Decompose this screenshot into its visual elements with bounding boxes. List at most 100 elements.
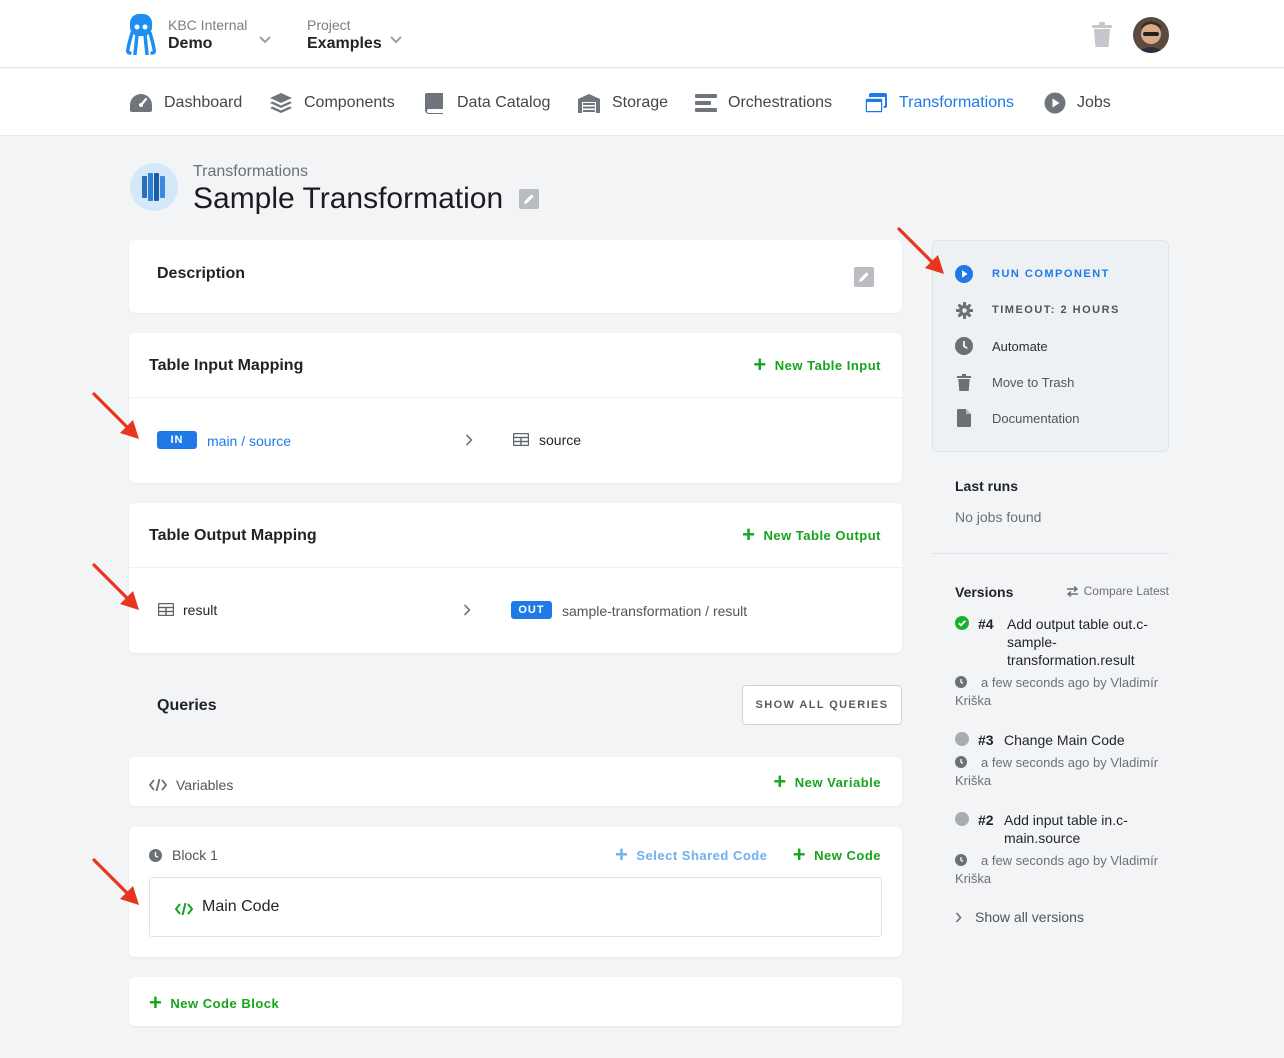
show-all-versions-label: Show all versions xyxy=(975,909,1084,925)
clock-icon xyxy=(955,756,967,768)
play-circle-icon xyxy=(955,265,973,283)
nav-storage[interactable]: Storage xyxy=(577,91,668,115)
edit-icon[interactable] xyxy=(519,189,539,209)
window-stack-icon xyxy=(864,93,887,114)
nav-jobs[interactable]: Jobs xyxy=(1044,91,1111,115)
nav-label: Dashboard xyxy=(164,94,243,111)
new-code-block-button[interactable]: + New Code Block xyxy=(149,990,280,1015)
table-output-mapping-card: Table Output Mapping + New Table Output … xyxy=(129,503,902,653)
compare-latest-button[interactable]: Compare Latest xyxy=(1066,584,1169,598)
plus-icon: + xyxy=(149,990,163,1015)
version-item[interactable]: #2 xyxy=(978,811,994,829)
annotation-arrow-icon xyxy=(92,392,139,439)
status-dot xyxy=(955,812,969,826)
variables-card[interactable]: Variables + New Variable xyxy=(129,757,902,806)
annotation-arrow-icon xyxy=(92,858,139,905)
plus-icon: + xyxy=(773,769,787,794)
chevron-down-icon[interactable] xyxy=(259,36,271,44)
version-author: Kriška xyxy=(955,871,992,886)
description-title: Description xyxy=(157,265,246,282)
version-item[interactable]: #3 xyxy=(978,731,994,749)
new-table-input-label: New Table Input xyxy=(774,357,881,373)
new-code-block-card: + New Code Block xyxy=(129,977,902,1026)
variables-label: Variables xyxy=(176,777,234,793)
annotation-arrow-icon xyxy=(92,563,139,610)
edit-icon[interactable] xyxy=(854,267,874,287)
new-variable-button[interactable]: + New Variable xyxy=(773,769,881,794)
new-code-block-label: New Code Block xyxy=(170,995,280,1011)
version-author: Kriška xyxy=(955,773,992,788)
clock-icon xyxy=(149,849,162,862)
input-source-link[interactable]: main / source xyxy=(207,433,291,449)
automate-button[interactable]: Automate xyxy=(955,336,1048,356)
table-icon xyxy=(513,433,529,446)
snowflake-component-icon xyxy=(130,163,178,211)
output-mapping-title: Table Output Mapping xyxy=(149,527,317,544)
trash-icon xyxy=(957,373,971,391)
timeout-setting[interactable]: TIMEOUT: 2 HOURS xyxy=(955,300,1120,320)
clock-icon xyxy=(955,337,973,355)
trash-icon[interactable] xyxy=(1091,22,1113,48)
chevron-down-icon[interactable] xyxy=(390,36,402,44)
main-navigation: Dashboard Components Data Catalog Storag… xyxy=(0,69,1284,136)
code-icon xyxy=(175,903,193,915)
dashboard-icon xyxy=(130,94,152,112)
new-variable-label: New Variable xyxy=(794,774,881,790)
warehouse-icon xyxy=(578,94,600,113)
versions-title: Versions xyxy=(955,584,1014,600)
version-item[interactable]: #4 xyxy=(978,615,994,633)
project-label: Project xyxy=(307,17,351,33)
documentation-link[interactable]: Documentation xyxy=(955,408,1079,428)
show-all-versions-link[interactable]: Show all versions xyxy=(955,909,1084,925)
project-name: Examples xyxy=(307,35,382,52)
version-number: #3 xyxy=(978,732,994,748)
input-destination[interactable]: source xyxy=(539,432,581,448)
output-destination[interactable]: sample-transformation / result xyxy=(562,603,747,619)
table-icon xyxy=(158,603,174,616)
swap-arrows-icon xyxy=(1066,585,1078,597)
plus-icon: + xyxy=(792,842,807,867)
nav-orchestrations[interactable]: Orchestrations xyxy=(695,91,832,115)
compare-latest-label: Compare Latest xyxy=(1083,584,1169,598)
nav-dashboard[interactable]: Dashboard xyxy=(129,91,242,115)
version-meta: a few seconds ago by Vladimír xyxy=(981,675,1159,690)
select-shared-code-button[interactable]: + Select Shared Code xyxy=(615,844,768,866)
version-author: Kriška xyxy=(955,693,992,708)
move-to-trash-button[interactable]: Move to Trash xyxy=(955,372,1074,392)
new-table-input-button[interactable]: + New Table Input xyxy=(753,352,881,377)
block-label[interactable]: Block 1 xyxy=(172,847,218,863)
keboola-logo-icon[interactable] xyxy=(126,13,156,55)
main-code-label: Main Code xyxy=(202,898,280,915)
nav-label: Orchestrations xyxy=(728,94,833,111)
in-badge: IN xyxy=(157,431,197,449)
run-component-button[interactable]: RUN COMPONENT xyxy=(955,264,1110,284)
description-card: Description xyxy=(129,240,902,313)
organization-switcher[interactable]: KBC Internal Demo xyxy=(168,17,247,55)
output-source[interactable]: result xyxy=(183,602,217,618)
out-badge: OUT xyxy=(511,601,552,619)
nav-transformations[interactable]: Transformations xyxy=(864,91,1014,115)
nav-components[interactable]: Components xyxy=(269,91,395,115)
plus-icon: + xyxy=(753,352,767,377)
timeout-label: TIMEOUT: 2 HOURS xyxy=(992,304,1120,316)
main-code-row[interactable]: Main Code xyxy=(149,877,882,937)
breadcrumb[interactable]: Transformations xyxy=(193,163,308,181)
move-to-trash-label: Move to Trash xyxy=(992,374,1075,390)
new-code-label: New Code xyxy=(814,847,881,863)
show-all-queries-button[interactable]: SHOW ALL QUERIES xyxy=(742,685,902,725)
annotation-arrow-icon xyxy=(897,227,944,274)
chevron-right-icon xyxy=(465,434,473,446)
code-block-card: Block 1 + Select Shared Code + New Code … xyxy=(129,827,902,957)
top-bar: KBC Internal Demo Project Examples xyxy=(0,0,1284,68)
user-avatar[interactable] xyxy=(1133,17,1169,53)
input-mapping-title: Table Input Mapping xyxy=(149,357,304,374)
run-component-label: RUN COMPONENT xyxy=(992,268,1110,280)
version-meta: a few seconds ago by Vladimír xyxy=(981,755,1159,770)
book-icon xyxy=(425,93,443,114)
version-description: Add input table in.c-main.source xyxy=(1004,812,1128,846)
project-switcher[interactable]: Project Examples xyxy=(307,17,382,55)
select-shared-code-label: Select Shared Code xyxy=(636,847,768,863)
nav-data-catalog[interactable]: Data Catalog xyxy=(424,91,550,115)
new-code-button[interactable]: + New Code xyxy=(792,842,881,867)
new-table-output-button[interactable]: + New Table Output xyxy=(742,524,881,546)
